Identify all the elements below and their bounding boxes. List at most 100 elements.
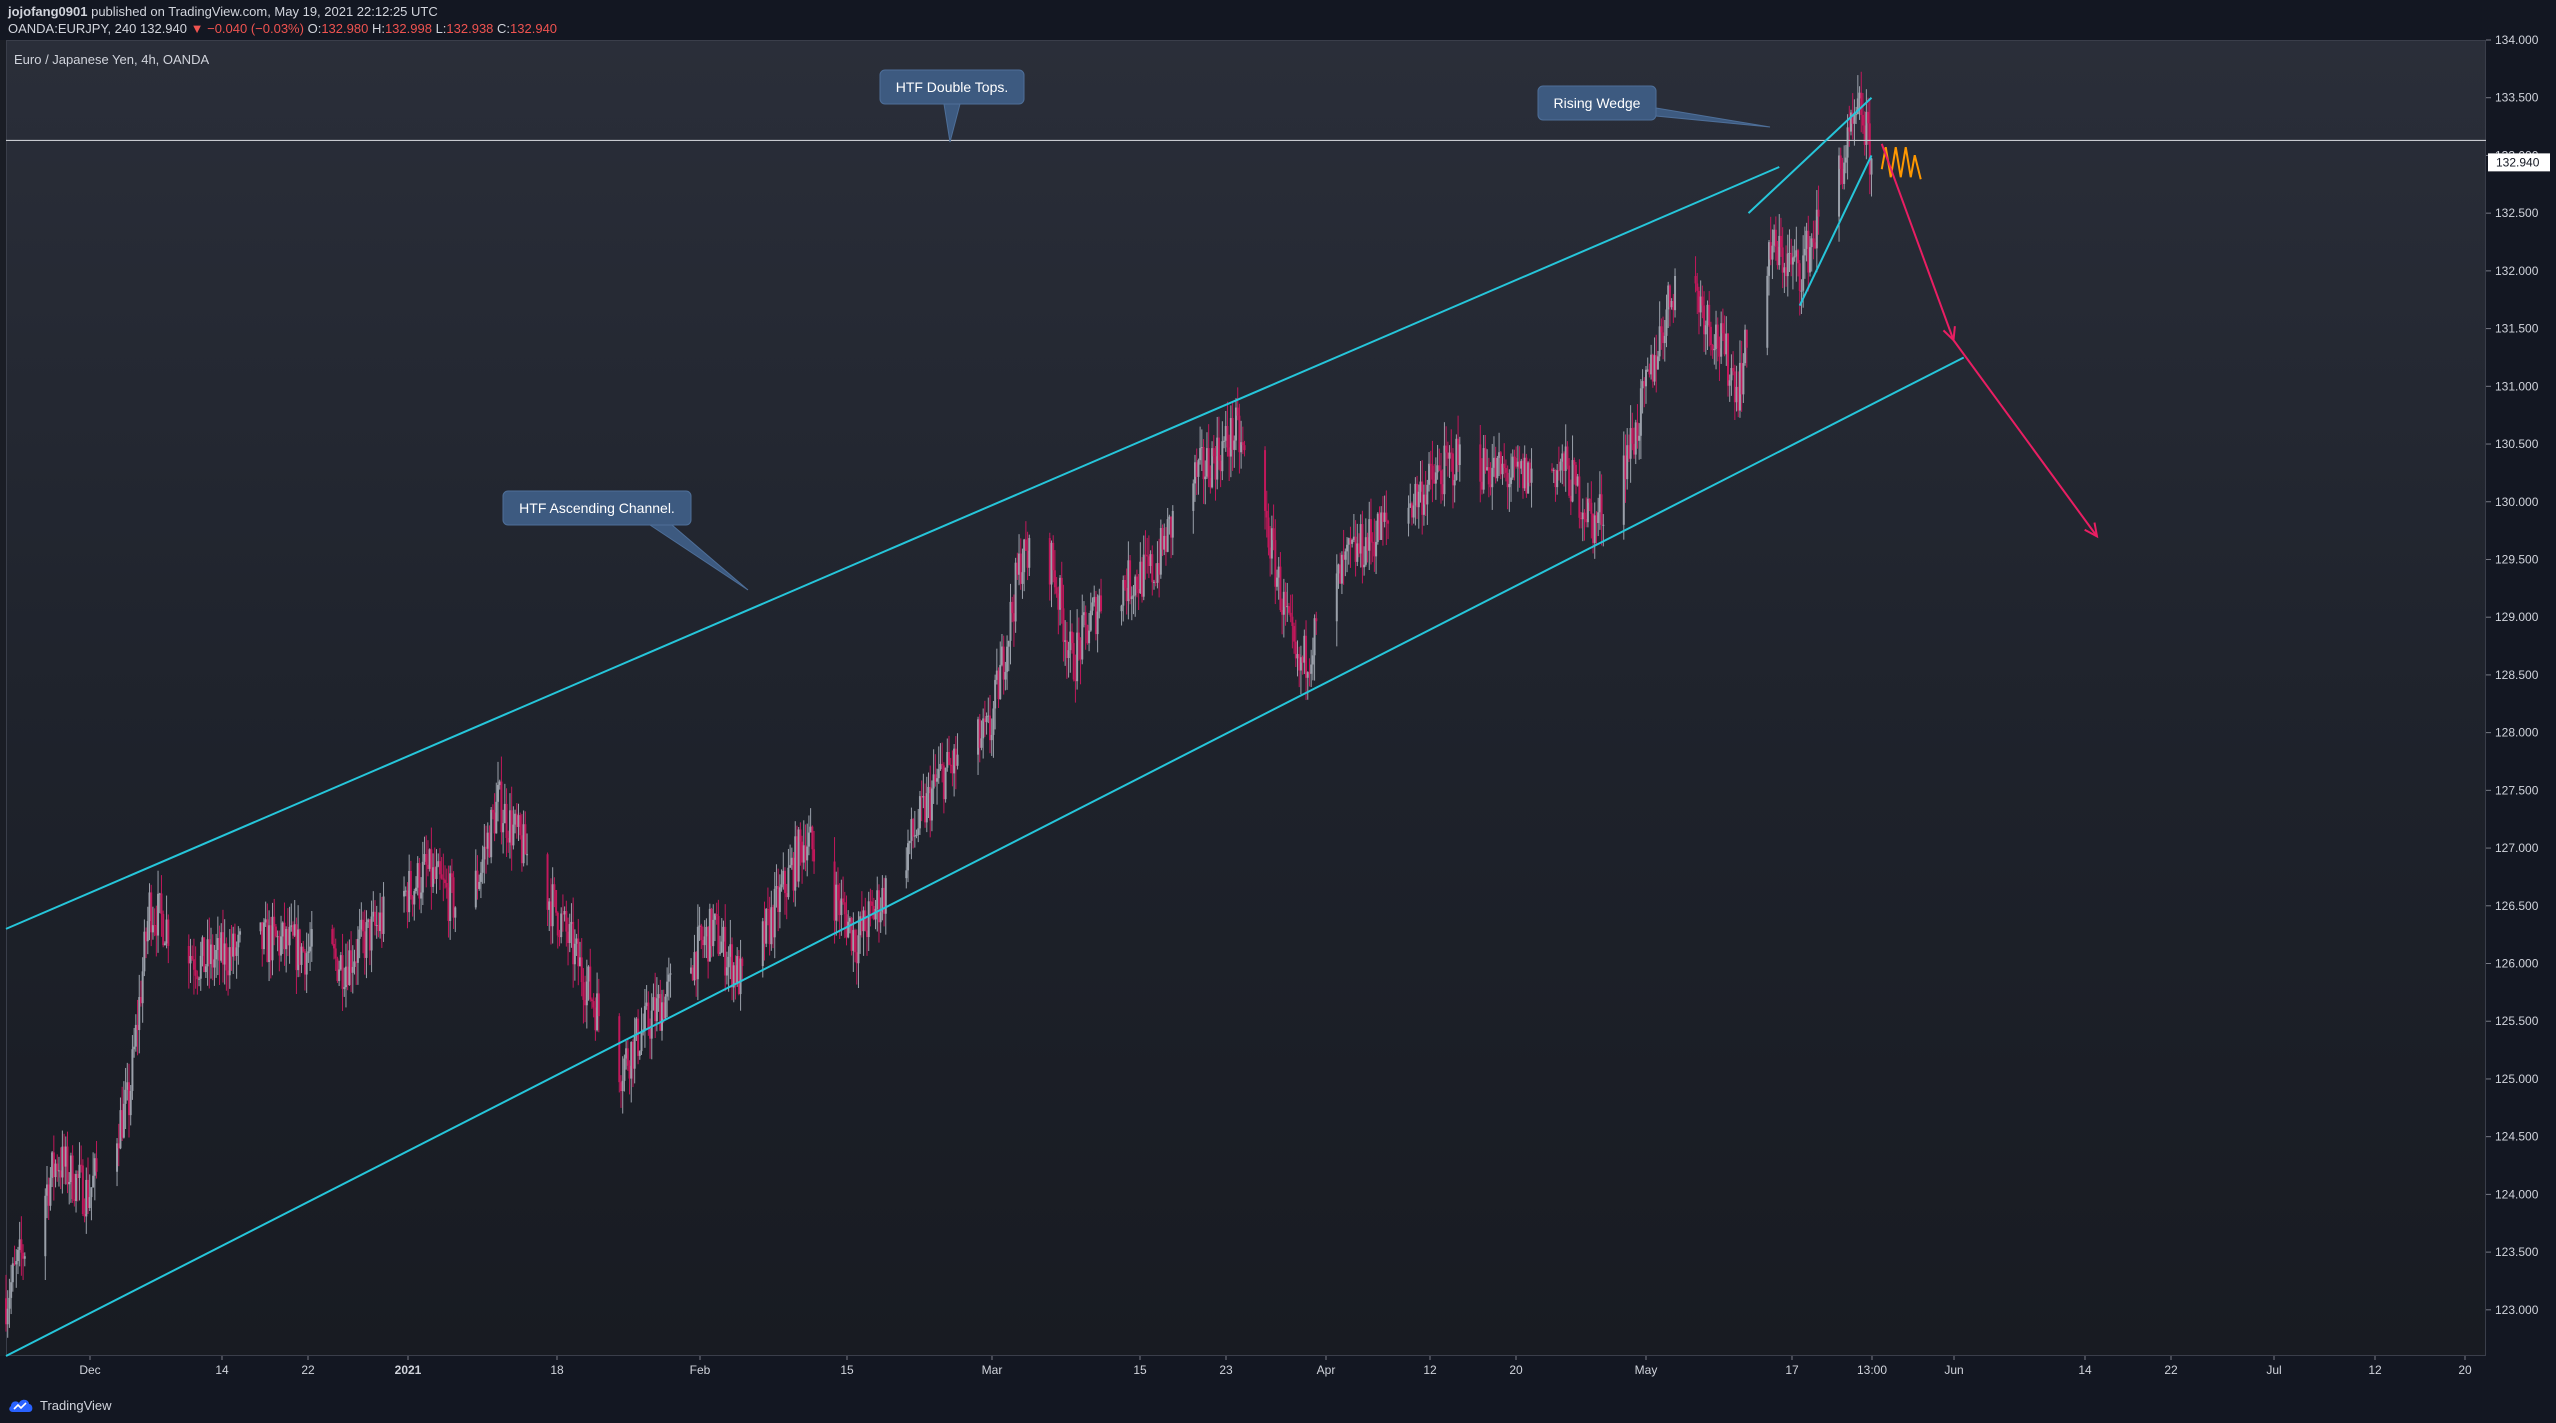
candle-body[interactable] bbox=[620, 1082, 622, 1092]
candle-body[interactable] bbox=[1383, 512, 1386, 522]
candle-body[interactable] bbox=[261, 922, 264, 950]
candle-body[interactable] bbox=[1217, 437, 1220, 461]
candle-body[interactable] bbox=[1585, 518, 1588, 523]
candle-body[interactable] bbox=[370, 916, 373, 951]
candle-body[interactable] bbox=[90, 1187, 93, 1198]
candle-body[interactable] bbox=[331, 929, 334, 944]
candle-body[interactable] bbox=[1282, 591, 1285, 615]
candle-body[interactable] bbox=[259, 922, 262, 932]
candle-body[interactable] bbox=[16, 1249, 19, 1262]
candle-body[interactable] bbox=[649, 1028, 652, 1039]
candle-body[interactable] bbox=[794, 836, 797, 891]
candle-body[interactable] bbox=[157, 893, 160, 936]
candle-body[interactable] bbox=[1209, 477, 1212, 488]
orange-zigzag-sketch[interactable] bbox=[1880, 147, 1922, 180]
candle-body[interactable] bbox=[1788, 252, 1791, 254]
candle-body[interactable] bbox=[1588, 498, 1591, 503]
candle-body[interactable] bbox=[579, 957, 581, 967]
candle-body[interactable] bbox=[5, 1298, 7, 1325]
candle-body[interactable] bbox=[1236, 407, 1239, 416]
candle-body[interactable] bbox=[842, 898, 845, 903]
candle-body[interactable] bbox=[623, 1058, 626, 1081]
candle-body[interactable] bbox=[192, 959, 195, 970]
candle-body[interactable] bbox=[625, 1048, 628, 1059]
candle-body[interactable] bbox=[1006, 646, 1009, 672]
candle-body[interactable] bbox=[987, 715, 990, 717]
candle-body[interactable] bbox=[1436, 465, 1439, 473]
candle-body[interactable] bbox=[447, 887, 450, 921]
candle-body[interactable] bbox=[1803, 248, 1806, 256]
candle-body[interactable] bbox=[283, 922, 286, 950]
candle-body[interactable] bbox=[1195, 462, 1198, 477]
candle-body[interactable] bbox=[1580, 517, 1583, 520]
candle-body[interactable] bbox=[1665, 309, 1668, 336]
candle-body[interactable] bbox=[138, 997, 141, 1031]
candle-body[interactable] bbox=[741, 958, 744, 967]
candle-body[interactable] bbox=[1797, 250, 1800, 264]
candle-body[interactable] bbox=[1778, 235, 1781, 266]
candle-body[interactable] bbox=[862, 910, 865, 932]
candle-body[interactable] bbox=[302, 946, 305, 952]
candle-body[interactable] bbox=[1694, 275, 1697, 284]
candle-body[interactable] bbox=[1146, 555, 1149, 557]
candle-body[interactable] bbox=[1771, 245, 1774, 260]
candle-body[interactable] bbox=[1520, 460, 1523, 469]
candle-body[interactable] bbox=[409, 870, 412, 897]
candle-body[interactable] bbox=[797, 829, 800, 882]
candle-body[interactable] bbox=[95, 1158, 98, 1172]
candle-body[interactable] bbox=[560, 913, 563, 938]
candle-body[interactable] bbox=[1817, 209, 1820, 217]
candle-body[interactable] bbox=[418, 863, 421, 899]
candle-body[interactable] bbox=[1858, 92, 1861, 99]
candle-body[interactable] bbox=[1127, 560, 1130, 602]
candle-body[interactable] bbox=[426, 864, 429, 869]
candle-body[interactable] bbox=[594, 1007, 597, 1031]
candle-body[interactable] bbox=[1486, 467, 1489, 471]
candle-body[interactable] bbox=[1431, 465, 1434, 480]
candle-body[interactable] bbox=[131, 1049, 134, 1091]
candle-body[interactable] bbox=[1791, 257, 1794, 265]
candle-body[interactable] bbox=[69, 1155, 72, 1183]
candle-body[interactable] bbox=[1100, 595, 1103, 612]
candle-body[interactable] bbox=[204, 966, 207, 973]
candle-body[interactable] bbox=[374, 911, 376, 926]
candle-body[interactable] bbox=[481, 859, 484, 873]
candle-body[interactable] bbox=[1662, 332, 1665, 344]
candle-body[interactable] bbox=[1633, 443, 1636, 455]
candle-body[interactable] bbox=[1798, 263, 1801, 291]
candle-body[interactable] bbox=[635, 1018, 638, 1035]
candle-body[interactable] bbox=[1052, 542, 1055, 571]
candle-body[interactable] bbox=[765, 908, 768, 944]
candle-body[interactable] bbox=[1375, 541, 1378, 557]
candle-body[interactable] bbox=[1156, 563, 1159, 583]
candle-body[interactable] bbox=[1733, 371, 1736, 403]
candle-body[interactable] bbox=[143, 931, 146, 972]
candle-body[interactable] bbox=[561, 913, 564, 915]
candle-body[interactable] bbox=[368, 919, 371, 951]
candle-body[interactable] bbox=[1703, 305, 1706, 335]
candle-body[interactable] bbox=[1074, 679, 1077, 682]
candle-body[interactable] bbox=[565, 910, 568, 932]
candle-body[interactable] bbox=[1274, 540, 1277, 587]
candle-body[interactable] bbox=[1346, 544, 1349, 552]
candle-body[interactable] bbox=[1667, 285, 1670, 310]
candle-body[interactable] bbox=[8, 1297, 11, 1309]
candle-body[interactable] bbox=[148, 892, 151, 922]
candle-body[interactable] bbox=[1641, 381, 1644, 389]
candle-body[interactable] bbox=[982, 718, 985, 739]
candle-body[interactable] bbox=[121, 1110, 124, 1138]
candle-body[interactable] bbox=[934, 774, 937, 782]
candle-body[interactable] bbox=[22, 1252, 25, 1259]
candle-body[interactable] bbox=[122, 1103, 125, 1138]
candle-body[interactable] bbox=[218, 938, 221, 961]
candle-body[interactable] bbox=[1595, 515, 1598, 523]
candle-body[interactable] bbox=[1728, 380, 1731, 386]
candle-body[interactable] bbox=[88, 1197, 91, 1208]
candle-body[interactable] bbox=[1814, 242, 1817, 249]
candle-body[interactable] bbox=[1381, 512, 1384, 522]
candle-body[interactable] bbox=[288, 926, 291, 946]
candle-body[interactable] bbox=[1149, 554, 1152, 567]
candle-body[interactable] bbox=[194, 969, 197, 976]
candle-body[interactable] bbox=[555, 889, 558, 913]
candle-body[interactable] bbox=[1197, 460, 1200, 477]
